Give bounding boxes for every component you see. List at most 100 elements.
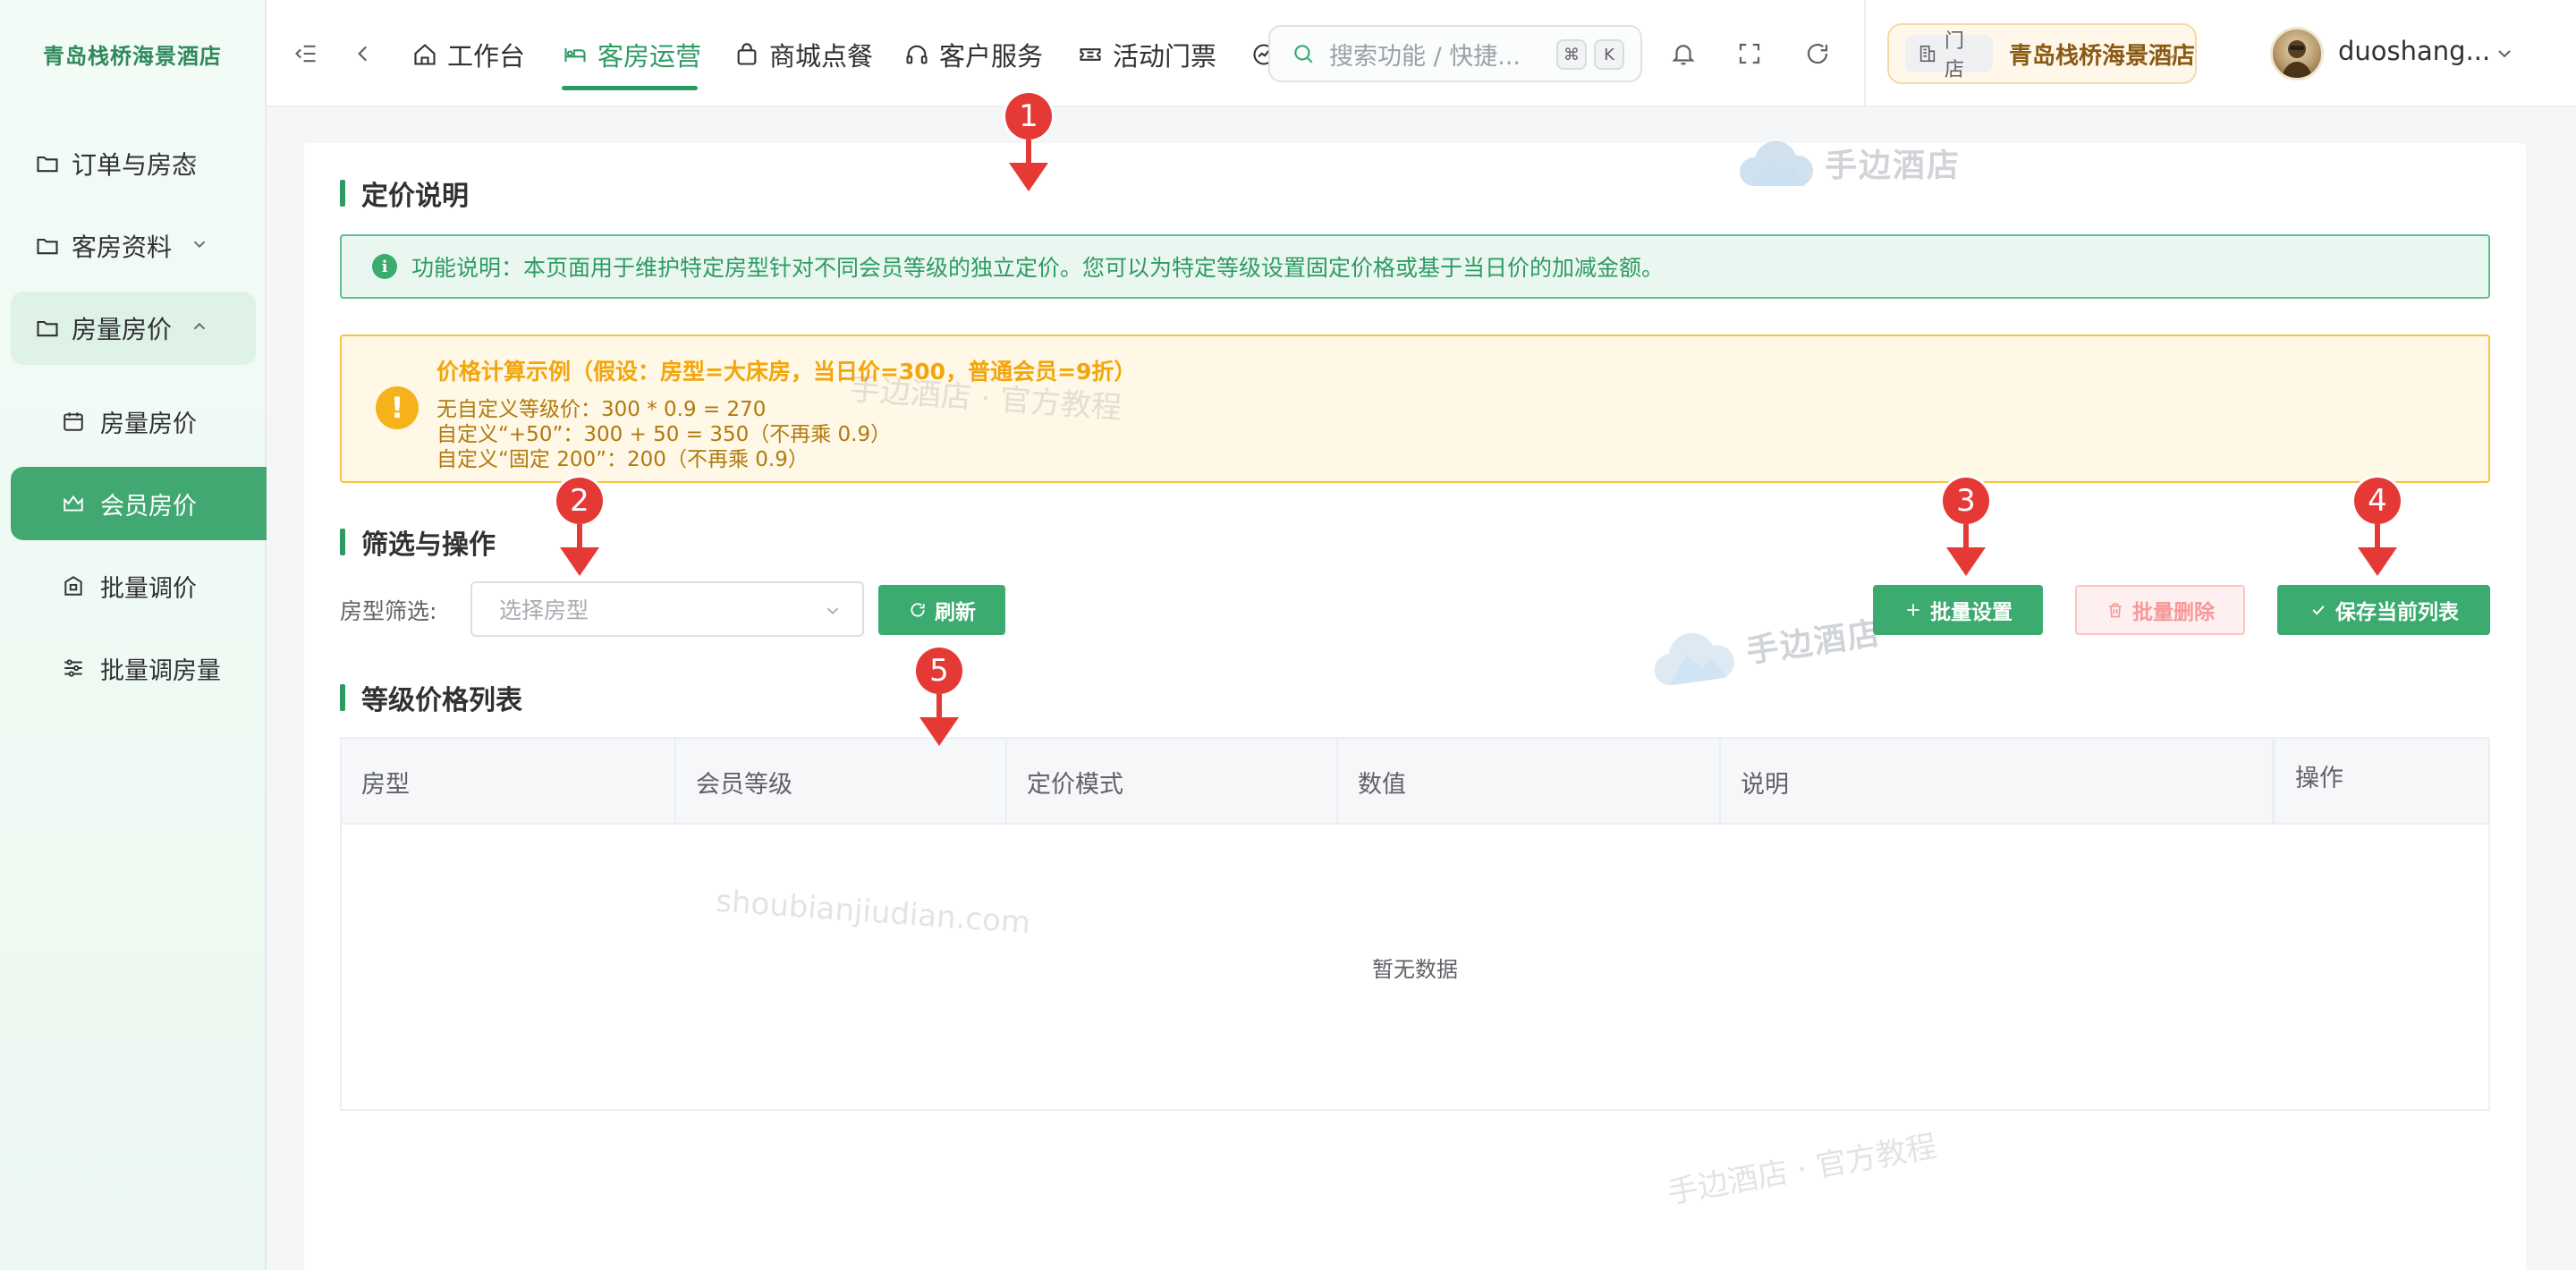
info-text: 功能说明：本页面用于维护特定房型针对不同会员等级的独立定价。您可以为特定等级设置… bbox=[411, 255, 1665, 281]
active-tab-indicator bbox=[562, 86, 698, 90]
chevron-down-icon[interactable] bbox=[2494, 43, 2515, 64]
arrow-down-icon bbox=[1946, 524, 1986, 576]
refresh-button[interactable]: 刷新 bbox=[878, 585, 1005, 635]
empty-state: 暂无数据 bbox=[1372, 957, 1458, 982]
menu-fold-icon[interactable] bbox=[292, 39, 320, 68]
folder-icon bbox=[34, 315, 61, 342]
arrow-down-icon bbox=[2358, 524, 2397, 576]
folder-icon bbox=[34, 233, 61, 259]
save-list-button[interactable]: 保存当前列表 bbox=[2277, 585, 2490, 635]
plus-icon bbox=[1903, 600, 1923, 620]
section-title-price-list: 等级价格列表 bbox=[340, 678, 522, 717]
room-type-select[interactable]: 选择房型 bbox=[470, 581, 864, 637]
building-icon bbox=[1918, 43, 1937, 64]
sidebar-subitem-label: 房量房价 bbox=[100, 410, 197, 438]
tab-label: 商城点餐 bbox=[769, 41, 874, 72]
sidebar: 青岛栈桥海景酒店 订单与房态 客房资料 房量房价 房量房价 会员房价 批量调价 … bbox=[0, 0, 267, 1270]
sidebar-item-orders[interactable]: 订单与房态 bbox=[11, 127, 256, 200]
tab-label: 客户服务 bbox=[939, 41, 1044, 72]
home-icon bbox=[411, 41, 438, 68]
section-title-pricing: 定价说明 bbox=[340, 174, 469, 213]
bed-icon bbox=[562, 41, 589, 68]
marker-number: 2 bbox=[556, 478, 603, 524]
search-input[interactable]: 搜索功能 / 快捷... ⌘ K bbox=[1268, 25, 1642, 82]
calendar-icon bbox=[61, 409, 86, 434]
info-icon: i bbox=[372, 254, 397, 279]
column-header-value: 数值 bbox=[1338, 739, 1721, 825]
brand-name: 青岛栈桥海景酒店 bbox=[43, 43, 222, 69]
warning-icon: ! bbox=[376, 386, 419, 429]
sidebar-item-label: 客房资料 bbox=[72, 233, 173, 262]
avatar-image bbox=[2282, 40, 2312, 78]
store-tag: 门店 bbox=[1905, 30, 1993, 81]
fullscreen-icon[interactable] bbox=[1735, 39, 1764, 68]
column-header-room-type: 房型 bbox=[342, 739, 676, 825]
arrow-down-icon bbox=[1009, 140, 1048, 191]
annotation-marker-5: 5 bbox=[916, 648, 962, 755]
building-icon bbox=[61, 573, 86, 598]
save-list-label: 保存当前列表 bbox=[2335, 601, 2459, 624]
sidebar-item-room-price[interactable]: 房量房价 bbox=[11, 292, 256, 365]
refresh-label: 刷新 bbox=[935, 601, 976, 624]
column-header-description: 说明 bbox=[1721, 739, 2274, 825]
batch-set-label: 批量设置 bbox=[1930, 601, 2012, 624]
marker-number: 1 bbox=[1005, 93, 1052, 140]
bell-icon[interactable] bbox=[1669, 39, 1698, 68]
column-header-pricing-mode: 定价模式 bbox=[1007, 739, 1338, 825]
tab-customer-service[interactable]: 客户服务 bbox=[903, 34, 1043, 75]
price-table: 房型 会员等级 定价模式 数值 说明 操作 暂无数据 bbox=[340, 737, 2490, 1111]
tab-mall-ordering[interactable]: 商城点餐 bbox=[733, 34, 873, 75]
refresh-icon[interactable] bbox=[1803, 39, 1832, 68]
annotation-marker-1: 1 bbox=[1005, 93, 1052, 200]
table-header: 房型 会员等级 定价模式 数值 说明 操作 bbox=[342, 739, 2488, 825]
arrow-down-icon bbox=[560, 524, 599, 576]
column-header-actions: 操作 bbox=[2274, 739, 2488, 825]
folder-icon bbox=[34, 150, 61, 177]
warning-title: 价格计算示例（假设：房型=大床房，当日价=300，普通会员=9折） bbox=[436, 359, 1137, 385]
warning-alert: ! 价格计算示例（假设：房型=大床房，当日价=300，普通会员=9折） 无自定义… bbox=[340, 334, 2490, 483]
sidebar-subitem-label: 批量调价 bbox=[100, 574, 197, 603]
headset-icon bbox=[903, 41, 930, 68]
sidebar-subitem-batch-inventory[interactable]: 批量调房量 bbox=[11, 631, 267, 705]
warning-line: 自定义“固定 200”：200（不再乘 0.9） bbox=[436, 448, 809, 471]
batch-delete-button[interactable]: 批量删除 bbox=[2075, 585, 2245, 635]
chevron-left-icon[interactable] bbox=[349, 39, 377, 68]
trash-icon bbox=[2106, 600, 2125, 620]
sidebar-subitem-batch-price[interactable]: 批量调价 bbox=[11, 549, 267, 622]
chevron-down-icon bbox=[184, 158, 197, 166]
tab-label: 活动门票 bbox=[1113, 41, 1217, 72]
tab-workbench[interactable]: 工作台 bbox=[411, 34, 525, 75]
chevron-down-icon bbox=[2166, 52, 2177, 59]
ticket-icon bbox=[1077, 41, 1104, 68]
sidebar-subitem-label: 会员房价 bbox=[100, 492, 197, 521]
sliders-icon bbox=[61, 656, 86, 681]
avatar[interactable] bbox=[2270, 27, 2324, 80]
chevron-down-icon bbox=[193, 241, 206, 249]
check-icon bbox=[2309, 600, 2328, 620]
sidebar-item-label: 订单与房态 bbox=[72, 150, 198, 180]
marker-number: 5 bbox=[916, 648, 962, 694]
room-type-filter-label: 房型筛选: bbox=[340, 598, 437, 624]
sidebar-subitem-member-price[interactable]: 会员房价 bbox=[11, 467, 267, 540]
section-title-filter: 筛选与操作 bbox=[340, 522, 496, 562]
arrow-down-icon bbox=[919, 694, 959, 746]
chevron-up-icon bbox=[193, 322, 206, 330]
marker-number: 3 bbox=[1943, 478, 1989, 524]
annotation-marker-2: 2 bbox=[556, 478, 603, 585]
sidebar-subitem-room-price[interactable]: 房量房价 bbox=[11, 385, 267, 458]
store-tag-label: 门店 bbox=[1945, 30, 1965, 81]
user-name[interactable]: duoshang... bbox=[2338, 36, 2490, 66]
info-alert: i 功能说明：本页面用于维护特定房型针对不同会员等级的独立定价。您可以为特定等级… bbox=[340, 234, 2490, 299]
store-switcher[interactable]: 门店 青岛栈桥海景酒店 bbox=[1887, 23, 2197, 84]
chevron-down-icon bbox=[826, 607, 839, 615]
shortcut-cmd-key: ⌘ bbox=[1556, 39, 1587, 70]
header-divider bbox=[1864, 0, 1866, 107]
sidebar-item-room-info[interactable]: 客房资料 bbox=[11, 209, 256, 283]
annotation-marker-3: 3 bbox=[1943, 478, 1989, 585]
shortcut-k-key: K bbox=[1594, 39, 1624, 70]
tab-event-tickets[interactable]: 活动门票 bbox=[1077, 34, 1216, 75]
tab-room-operations[interactable]: 客房运营 bbox=[562, 34, 701, 75]
batch-delete-label: 批量删除 bbox=[2132, 601, 2215, 624]
batch-set-button[interactable]: 批量设置 bbox=[1873, 585, 2043, 635]
refresh-icon bbox=[908, 600, 928, 620]
